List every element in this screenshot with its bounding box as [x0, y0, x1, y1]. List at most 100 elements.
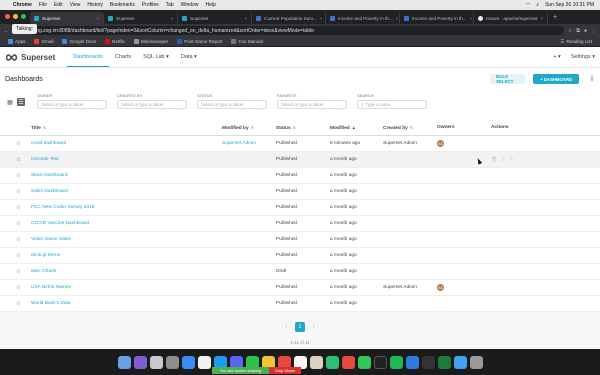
wifi-icon[interactable]: ◠ — [526, 2, 530, 8]
import-icon[interactable]: ⇩ — [589, 75, 595, 83]
card-view-icon[interactable]: ▦ — [6, 98, 14, 106]
menu-help[interactable]: Help — [205, 2, 215, 8]
menu-view[interactable]: View — [70, 2, 81, 8]
favorite-star-icon[interactable]: ☆ — [16, 172, 21, 179]
menu-app-name[interactable]: Chrome — [13, 2, 32, 8]
reading-list[interactable]: ☰ Reading List — [560, 39, 592, 45]
dashboard-title-link[interactable]: Slack Dashboard — [31, 173, 68, 178]
close-tab-icon[interactable]: × — [244, 16, 247, 21]
favorite-star-icon[interactable]: ☆ — [16, 236, 21, 243]
bulk-select-button[interactable]: BULK SELECT — [490, 74, 526, 84]
table-row[interactable]: ☆ Sales Dashboard Published a month ago — [0, 184, 600, 200]
browser-tab[interactable]: Superset × — [178, 12, 252, 24]
column-header-modified-by[interactable]: Modified by ⇅ — [222, 125, 254, 131]
modified-by-link[interactable]: Superset Admin — [222, 141, 256, 146]
extensions-icon[interactable]: ⧉ — [576, 28, 580, 34]
favorite-star-icon[interactable]: ☆ — [16, 268, 21, 275]
page-1-button[interactable]: 1 — [295, 322, 305, 332]
spotify-icon[interactable] — [389, 355, 403, 369]
table-row[interactable]: ☆ Misc Charts Draft a month ago — [0, 264, 600, 280]
column-header-created-by[interactable]: Created by ⇅ — [383, 125, 413, 131]
table-row[interactable]: ☆ FCC New Coder Survey 2018 Published a mon… — [0, 200, 600, 216]
browser-tab[interactable]: Income and Poverty in th... × — [326, 12, 400, 24]
delete-icon[interactable]: 🗑 — [491, 157, 497, 163]
bookmark-star-icon[interactable]: ☆ — [568, 28, 572, 34]
trash-icon[interactable] — [469, 355, 483, 369]
clock[interactable]: Sun Sep 26 10:31 PM — [545, 2, 594, 8]
browser-tab[interactable]: Issues · apache/superset × — [474, 12, 548, 24]
table-row[interactable]: ☆ deck.gl Demo Published a month ago — [0, 248, 600, 264]
favorite-star-icon[interactable]: ☆ — [16, 204, 21, 211]
nav-dashboards[interactable]: Dashboards — [67, 47, 109, 67]
photos-icon[interactable] — [341, 355, 355, 369]
menu-tab[interactable]: Tab — [166, 2, 174, 8]
back-icon[interactable]: ← — [4, 28, 9, 34]
favorite-star-icon[interactable]: ☆ — [16, 284, 21, 291]
close-tab-icon[interactable]: × — [540, 16, 543, 21]
status-select[interactable]: Select or type a value ⌄ — [197, 100, 267, 109]
browser-tab[interactable]: Superset × — [104, 12, 178, 24]
finder-icon[interactable] — [117, 355, 131, 369]
table-row[interactable]: ☆ World Bank's Data Published a month ago — [0, 296, 600, 312]
facetime-icon[interactable] — [357, 355, 371, 369]
nav-sql-lab[interactable]: SQL Lab ▾ — [137, 47, 175, 67]
minimize-window-icon[interactable] — [13, 14, 18, 19]
zoom-icon[interactable] — [405, 355, 419, 369]
favorite-star-icon[interactable]: ☆ — [16, 220, 21, 227]
zoom-window-icon[interactable] — [21, 14, 26, 19]
excel-icon[interactable] — [437, 355, 451, 369]
bookmark-minesweeper[interactable]: Minesweeper — [133, 39, 168, 44]
messages-icon[interactable] — [325, 355, 339, 369]
edit-icon[interactable]: ✎ — [510, 157, 514, 163]
dashboard-title-link[interactable]: COVID Vaccine Dashboard — [31, 221, 89, 226]
browser-tab[interactable]: Current Population Surv... × — [252, 12, 326, 24]
folder-icon[interactable] — [453, 355, 467, 369]
menu-window[interactable]: Window — [181, 2, 199, 8]
new-tab-icon[interactable]: + — [548, 14, 562, 21]
terminal-icon[interactable] — [421, 355, 435, 369]
favorite-star-icon[interactable]: ☆ — [16, 156, 21, 163]
dashboard-title-link[interactable]: Unicode Test — [31, 157, 59, 162]
settings-menu[interactable]: Settings ▾ — [571, 54, 595, 60]
dashboard-title-link[interactable]: Video Game Sales — [31, 237, 71, 242]
favorite-star-icon[interactable]: ☆ — [16, 252, 21, 259]
chrome-menu-icon[interactable]: ⋮ — [591, 28, 596, 34]
dashboard-title-link[interactable]: FCC New Coder Survey 2018 — [31, 205, 94, 210]
browser-tab[interactable]: Superset × — [30, 12, 104, 24]
created-by-select[interactable]: Select or type a value ⌄ — [117, 100, 187, 109]
menu-bookmarks[interactable]: Bookmarks — [110, 2, 135, 8]
bookmark-cox-manual[interactable]: Cox Manual — [231, 39, 263, 44]
close-window-icon[interactable] — [5, 14, 10, 19]
favorite-select[interactable]: Select or type a value ⌄ — [277, 100, 347, 109]
search-input[interactable]: ⌕ Type a value — [357, 100, 427, 109]
safari-icon[interactable] — [181, 355, 195, 369]
table-row[interactable]: ☆ USA Births Names Published a month ago Sup… — [0, 280, 600, 296]
bookmark-apps[interactable]: Apps — [8, 39, 25, 44]
nav-data[interactable]: Data ▾ — [175, 47, 203, 67]
prev-page-button[interactable]: ‹ — [285, 324, 287, 330]
column-header-status[interactable]: Status ⇅ — [276, 125, 296, 131]
close-tab-icon[interactable]: × — [96, 16, 99, 21]
chrome-icon[interactable] — [197, 355, 211, 369]
table-row[interactable]: ☆ covid dashboard Superset Admin Published 9… — [0, 136, 600, 152]
menu-file[interactable]: File — [39, 2, 47, 8]
column-header-title[interactable]: Title ⇅ — [31, 125, 46, 131]
contacts-icon[interactable] — [309, 355, 323, 369]
dashboard-title-link[interactable]: USA Births Names — [31, 285, 71, 290]
table-row[interactable]: ☆ Slack Dashboard Published a month ago — [0, 168, 600, 184]
superset-logo[interactable]: Superset — [5, 53, 55, 62]
bookmark-gmail[interactable]: Gmail — [34, 39, 53, 44]
favorite-star-icon[interactable]: ☆ — [16, 300, 21, 307]
close-tab-icon[interactable]: × — [320, 16, 323, 21]
menu-profiles[interactable]: Profiles — [142, 2, 159, 8]
favorite-star-icon[interactable]: ☆ — [16, 140, 21, 147]
table-row[interactable]: ☆ COVID Vaccine Dashboard Published a month… — [0, 216, 600, 232]
close-tab-icon[interactable]: × — [170, 16, 173, 21]
add-dashboard-button[interactable]: + DASHBOARD — [533, 74, 580, 84]
owner-avatar[interactable]: SA — [437, 284, 444, 291]
close-tab-icon[interactable]: × — [396, 16, 399, 21]
share-icon[interactable]: ⇪ — [501, 157, 505, 163]
owner-select[interactable]: Select or type a value ⌄ — [37, 100, 107, 109]
nav-charts[interactable]: Charts — [109, 47, 137, 67]
search-icon[interactable]: ⌕ — [536, 2, 539, 8]
